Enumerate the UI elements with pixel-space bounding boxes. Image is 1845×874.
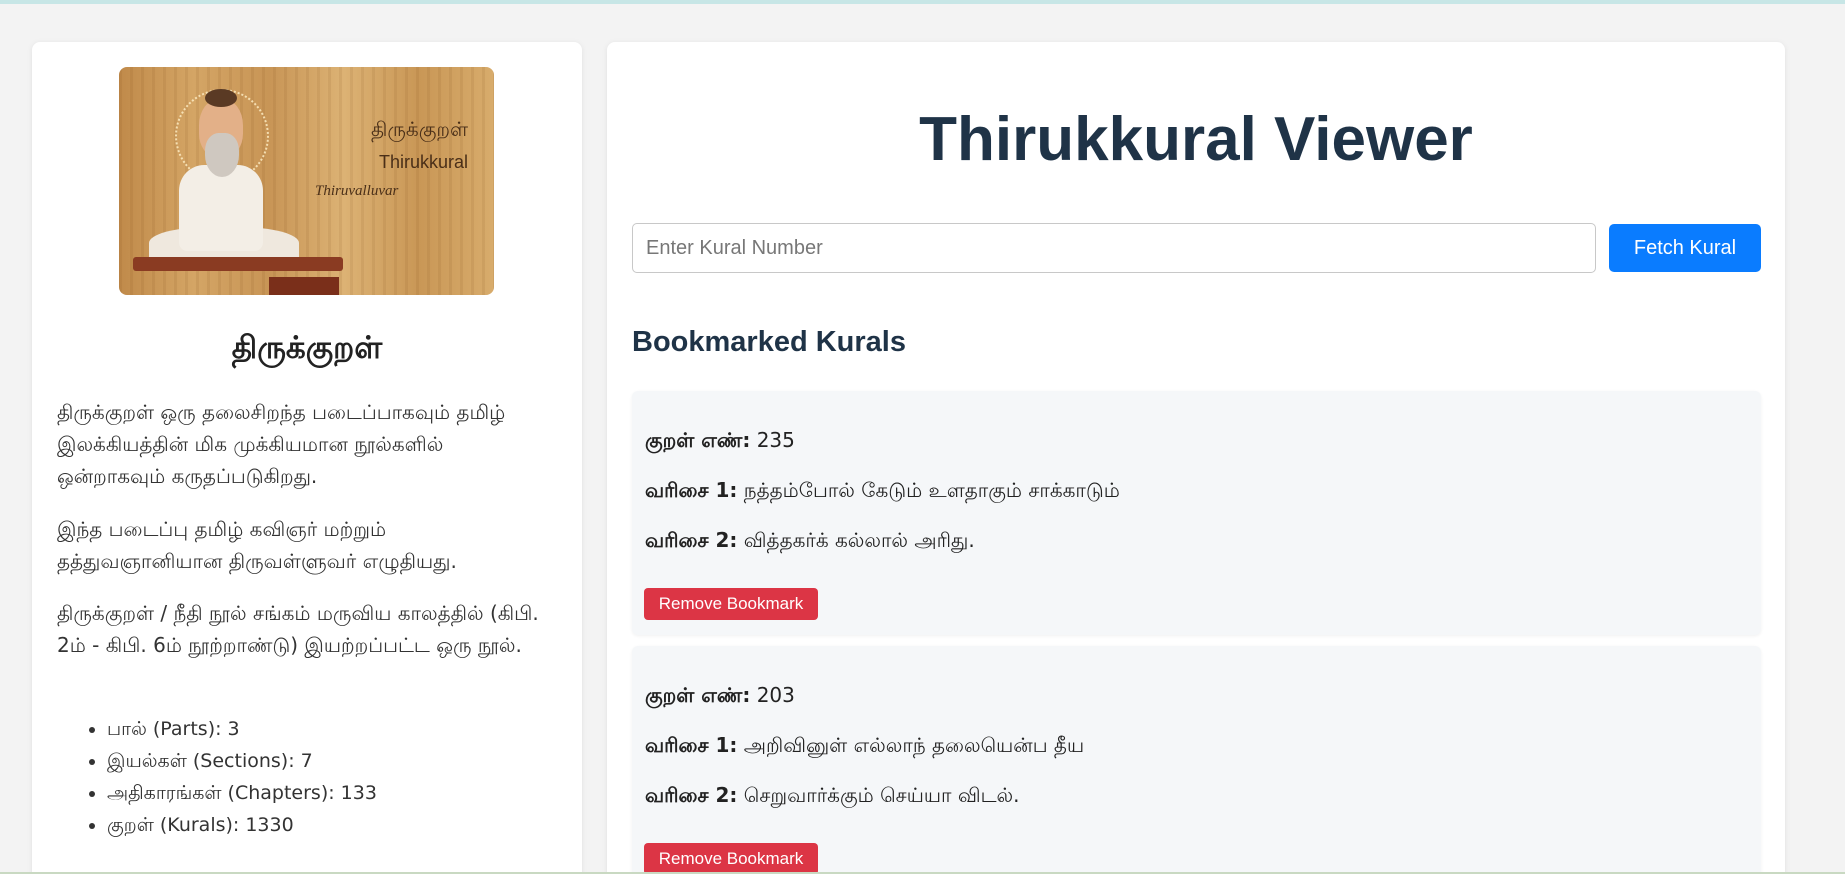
line1-label: வரிசை 1: bbox=[645, 478, 738, 502]
top-accent-line bbox=[0, 0, 1845, 4]
image-signature: Thiruvalluvar bbox=[315, 183, 399, 199]
kural-number-line: குறள் எண்: 235 bbox=[645, 428, 795, 455]
line1-text: நத்தம்போல் கேடும் உளதாகும் சாக்காடும் bbox=[743, 478, 1120, 502]
bookmarks-heading: Bookmarked Kurals bbox=[632, 326, 906, 358]
fetch-kural-button[interactable]: Fetch Kural bbox=[1609, 224, 1761, 272]
fact-item: பால் (Parts): 3 bbox=[107, 713, 377, 745]
fact-item: குறள் (Kurals): 1330 bbox=[107, 809, 377, 841]
page-title: Thirukkural Viewer bbox=[919, 105, 1473, 174]
fact-item: இயல்கள் (Sections): 7 bbox=[107, 745, 377, 777]
kural-number-value: 235 bbox=[756, 428, 795, 452]
remove-bookmark-button[interactable]: Remove Bookmark bbox=[644, 588, 818, 620]
remove-bookmark-button[interactable]: Remove Bookmark bbox=[644, 843, 818, 874]
line1-label: வரிசை 1: bbox=[645, 733, 738, 757]
line2-text: செறுவார்க்கும் செய்யா விடல். bbox=[743, 783, 1020, 807]
kural-line-2: வரிசை 2: வித்தகர்க் கல்லால் அரிது. bbox=[645, 528, 975, 555]
fact-item: அதிகாரங்கள் (Chapters): 133 bbox=[107, 777, 377, 809]
kural-number-line: குறள் எண்: 203 bbox=[645, 683, 795, 710]
kural-line-1: வரிசை 1: அறிவினுள் எல்லாந் தலையென்ப தீய bbox=[645, 733, 1084, 760]
kural-number-label: குறள் எண்: bbox=[645, 683, 751, 707]
sidebar-title: திருக்குறள் bbox=[231, 330, 383, 366]
image-label-tamil: திருக்குறள் bbox=[371, 117, 469, 141]
kural-number-label: குறள் எண்: bbox=[645, 428, 751, 452]
line1-text: அறிவினுள் எல்லாந் தலையென்ப தீய bbox=[743, 733, 1085, 757]
kural-number-value: 203 bbox=[756, 683, 795, 707]
thiruvalluvar-image: திருக்குறள் Thirukkural Thiruvalluvar bbox=[119, 67, 494, 295]
facts-list: பால் (Parts): 3 இயல்கள் (Sections): 7 அத… bbox=[107, 713, 377, 841]
kural-line-2: வரிசை 2: செறுவார்க்கும் செய்யா விடல். bbox=[645, 783, 1019, 810]
intro-paragraph: திருக்குறள் ஒரு தலைசிறந்த படைப்பாகவும் த… bbox=[57, 400, 506, 488]
image-label-english: Thirukkural bbox=[379, 152, 469, 172]
kural-number-input[interactable] bbox=[632, 223, 1596, 273]
author-paragraph: இந்த படைப்பு தமிழ் கவிஞர் மற்றும் தத்துவ… bbox=[57, 517, 457, 573]
kural-line-1: வரிசை 1: நத்தம்போல் கேடும் உளதாகும் சாக்… bbox=[645, 478, 1120, 505]
bookmark-card: குறள் எண்: 203 வரிசை 1: அறிவினுள் எல்லாந… bbox=[632, 646, 1761, 874]
line2-label: வரிசை 2: bbox=[645, 528, 738, 552]
period-paragraph: திருக்குறள் / நீதி நூல் சங்கம் மருவிய கா… bbox=[57, 601, 539, 657]
line2-text: வித்தகர்க் கல்லால் அரிது. bbox=[743, 528, 975, 552]
line2-label: வரிசை 2: bbox=[645, 783, 738, 807]
bookmark-card: குறள் எண்: 235 வரிசை 1: நத்தம்போல் கேடும… bbox=[632, 391, 1761, 635]
